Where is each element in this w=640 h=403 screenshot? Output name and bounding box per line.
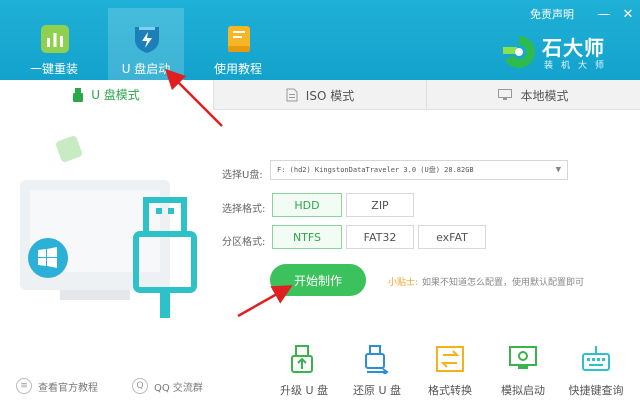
nav-usb-boot[interactable]: U 盘启动 (108, 8, 184, 80)
format-convert-icon (436, 346, 464, 372)
tab-local-mode[interactable]: 本地模式 (427, 80, 640, 110)
tip-text: 如果不知道怎么配置，使用默认配置即可 (422, 278, 585, 288)
close-button[interactable]: ✕ (616, 2, 640, 26)
mode-tabs: U 盘模式 ISO 模式 本地模式 (0, 80, 640, 110)
nav-tutorial[interactable]: 使用教程 (200, 8, 276, 80)
partition-option-exfat[interactable]: exFAT (418, 225, 486, 249)
usb-shield-icon (135, 27, 159, 53)
tutorial-icon: ≡ (16, 378, 32, 394)
keyboard-icon (582, 346, 610, 371)
partition-option-ntfs[interactable]: NTFS (272, 225, 342, 249)
tool-label: 模拟启动 (501, 384, 545, 397)
chevron-down-icon: ▼ (555, 165, 561, 175)
tool-label: 升级 U 盘 (279, 384, 329, 397)
option-label: HDD (294, 198, 320, 212)
tab-label: ISO 模式 (305, 88, 355, 103)
usb-illustration (20, 136, 197, 318)
upgrade-usb-icon (291, 345, 313, 373)
option-label: FAT32 (363, 230, 397, 244)
qq-group-link[interactable]: Q QQ 交流群 (132, 378, 203, 394)
qq-icon: Q (132, 378, 148, 394)
disclaimer-link[interactable]: 免责声明 (530, 6, 574, 22)
partition-label: 分区格式: (222, 237, 266, 248)
tool-format-convert[interactable]: 格式转换 (419, 340, 481, 403)
partition-option-fat32[interactable]: FAT32 (346, 225, 414, 249)
simulate-boot-icon (509, 346, 537, 369)
monitor-icon (498, 89, 513, 100)
tab-label: 本地模式 (520, 88, 569, 103)
nav-one-click-reinstall[interactable]: 一键重装 (16, 8, 92, 80)
format-option-hdd[interactable]: HDD (272, 193, 342, 217)
drive-value: F: (hd2) KingstonDataTraveler 3.0 (U盘) 2… (277, 166, 474, 174)
nav-label: 一键重装 (29, 62, 78, 76)
bar-chart-icon (41, 25, 69, 53)
option-label: ZIP (371, 198, 389, 212)
tool-hotkey-query[interactable]: 快捷键查询 (565, 340, 627, 403)
tool-label: 格式转换 (428, 384, 472, 397)
drive-label: 选择U盘: (222, 170, 263, 181)
brand-logo: 石大师 装机大师 (500, 32, 630, 72)
link-label: 查看官方教程 (38, 382, 98, 394)
iso-file-icon (286, 88, 298, 102)
tab-usb-mode[interactable]: U 盘模式 (0, 80, 214, 110)
link-label: QQ 交流群 (154, 382, 203, 394)
tool-restore-usb[interactable]: 还原 U 盘 (346, 340, 408, 403)
official-tutorial-link[interactable]: ≡ 查看官方教程 (16, 378, 98, 394)
restore-usb-icon (365, 345, 389, 374)
nav-label: 使用教程 (213, 62, 262, 76)
tool-label: 快捷键查询 (568, 384, 624, 397)
tab-iso-mode[interactable]: ISO 模式 (214, 80, 427, 110)
nav-label: U 盘启动 (121, 62, 171, 76)
brand-logo-icon (503, 36, 535, 68)
tool-label: 还原 U 盘 (352, 384, 402, 397)
tab-label: U 盘模式 (91, 88, 140, 102)
brand-subtitle: 装机大师 (544, 61, 613, 71)
drive-select[interactable]: F: (hd2) KingstonDataTraveler 3.0 (U盘) 2… (270, 160, 568, 180)
tip-heading: 小贴士: (388, 278, 419, 288)
app-header: 一键重装 U 盘启动 使用教程 免责声明 — ✕ 石大师 装机大师 (0, 0, 640, 80)
option-label: NTFS (292, 230, 322, 244)
top-links: 免责声明 — ✕ (530, 0, 640, 28)
format-label: 选择格式: (222, 204, 266, 215)
book-icon (228, 26, 250, 52)
start-make-button[interactable]: 开始制作 (270, 264, 366, 296)
tool-simulate-boot[interactable]: 模拟启动 (492, 340, 554, 403)
option-label: exFAT (436, 230, 468, 244)
format-option-zip[interactable]: ZIP (346, 193, 414, 217)
tool-upgrade-usb[interactable]: 升级 U 盘 (273, 340, 335, 403)
usb-icon (73, 87, 84, 102)
minimize-button[interactable]: — (592, 2, 616, 26)
brand-name: 石大师 (542, 36, 605, 60)
